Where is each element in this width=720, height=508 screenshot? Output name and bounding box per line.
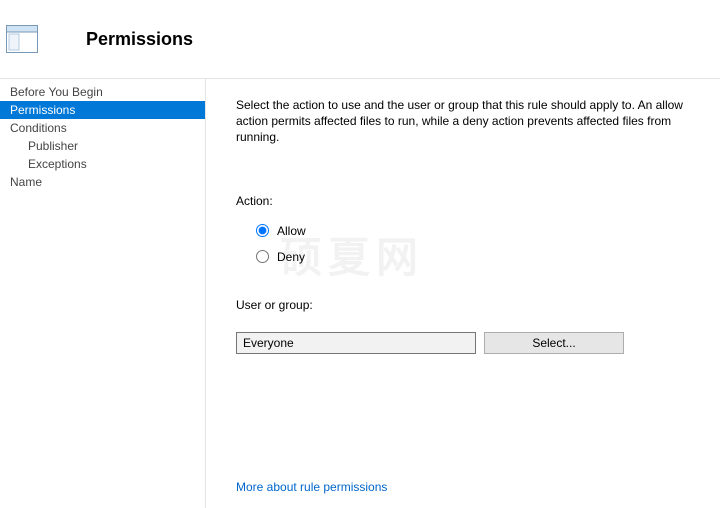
sidebar-item-before-you-begin[interactable]: Before You Begin — [0, 83, 205, 101]
description-text: Select the action to use and the user or… — [236, 97, 690, 146]
radio-allow[interactable] — [256, 224, 269, 237]
wizard-header: Permissions — [0, 0, 720, 78]
wizard-steps-sidebar: Before You Begin Permissions Conditions … — [0, 79, 206, 508]
main-panel: Select the action to use and the user or… — [206, 79, 720, 508]
action-radio-group: Allow Deny — [256, 218, 690, 270]
action-label: Action: — [236, 194, 690, 208]
user-group-label: User or group: — [236, 298, 690, 312]
user-group-field[interactable] — [236, 332, 476, 354]
radio-deny[interactable] — [256, 250, 269, 263]
more-about-link[interactable]: More about rule permissions — [236, 480, 690, 494]
sidebar-item-permissions[interactable]: Permissions — [0, 101, 205, 119]
radio-allow-label[interactable]: Allow — [277, 224, 306, 238]
radio-deny-label[interactable]: Deny — [277, 250, 305, 264]
select-button[interactable]: Select... — [484, 332, 624, 354]
window-icon — [6, 25, 38, 53]
sidebar-item-conditions[interactable]: Conditions — [0, 119, 205, 137]
sidebar-item-name[interactable]: Name — [0, 173, 205, 191]
sidebar-item-exceptions[interactable]: Exceptions — [0, 155, 205, 173]
sidebar-item-publisher[interactable]: Publisher — [0, 137, 205, 155]
page-title: Permissions — [86, 29, 193, 50]
